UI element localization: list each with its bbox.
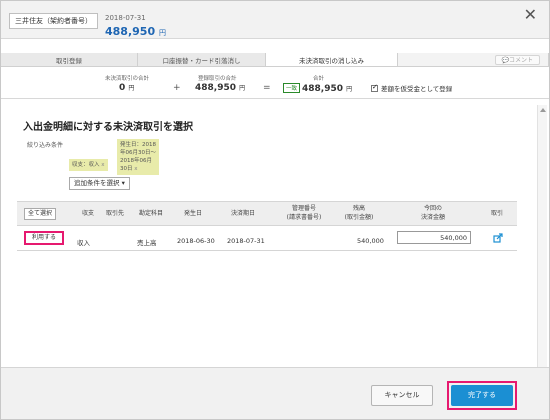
header-invoice-no: (請求書番号) [286, 214, 322, 221]
filter-tag-type-text: 収支：収入 [72, 162, 100, 168]
done-button-highlight: 完了する [447, 381, 517, 410]
done-button[interactable]: 完了する [451, 385, 513, 406]
external-link-icon[interactable] [493, 233, 503, 243]
row-account: 売上高 [137, 239, 157, 247]
row-balance: 540,000 [357, 237, 384, 245]
comment-label: コメント [508, 57, 533, 64]
unsettled-total-label: 未決済取引の合計 [105, 76, 150, 82]
dialog-header: 三井住友（架約者番号） 2018-07-31 488,950 円 ✕ [1, 1, 549, 39]
equals-operator: = [263, 83, 271, 93]
select-all-button[interactable]: 全て選択 [24, 208, 57, 220]
tab-bar: 取引登録 口座振替・カード引落消し 未決済取引の消し込み 💬コメント [1, 53, 549, 67]
scroll-up-icon[interactable] [540, 108, 546, 112]
use-button[interactable]: 利用する [24, 231, 64, 245]
filter-tag-date-remove-icon[interactable]: x [134, 166, 137, 172]
header-settlement-amount: 決済金額 [420, 214, 445, 221]
account-name-badge: 三井住友（架約者番号） [9, 13, 98, 29]
row-type: 収入 [77, 239, 90, 247]
cancel-button[interactable]: キャンセル [371, 385, 433, 406]
unsettled-total-number: 0 [119, 83, 126, 93]
register-difference-checkbox[interactable]: 差額を仮受金として登録 [371, 83, 452, 93]
filter-tag-date[interactable]: 発生日：2018年06月30日～2018年06月30日 x [117, 139, 159, 175]
comment-button[interactable]: 💬コメント [494, 55, 540, 65]
header-occurrence-date: 発生日 [183, 210, 202, 217]
match-badge: 一致 [283, 83, 301, 93]
unsettled-transactions-table: 全て選択 収支 取引先 勘定科目 発生日 決済期日 管理番号 (請求書番号) 残… [17, 201, 517, 251]
tab-account-transfer[interactable]: 口座振替・カード引落消し [138, 53, 266, 66]
filter-tag-type-remove-icon[interactable]: x [101, 162, 104, 168]
registered-total-number: 488,950 [195, 83, 236, 93]
comment-icon: 💬 [501, 57, 509, 64]
row-settlement-date: 2018-07-31 [227, 237, 265, 245]
grand-total-value: 一致 488,950 円 [283, 83, 352, 94]
close-icon[interactable]: ✕ [524, 7, 537, 23]
add-condition-dropdown[interactable]: 追加条件を選択 ▾ [69, 177, 130, 190]
grand-total-number: 488,950 [302, 84, 344, 94]
header-account: 勘定科目 [138, 210, 163, 217]
registered-total-label: 登録取引の合計 [198, 76, 237, 82]
grand-total-label: 合計 [313, 76, 325, 82]
plus-operator: + [173, 83, 181, 93]
unsettled-reconcile-dialog: 三井住友（架約者番号） 2018-07-31 488,950 円 ✕ 取引登録 … [0, 0, 550, 420]
header-amount-unit: 円 [158, 29, 166, 37]
header-transaction-amount: (取引金額) [344, 214, 374, 221]
header-partner: 取引先 [105, 210, 124, 217]
header-date: 2018-07-31 [105, 14, 146, 22]
registered-total-unit: 円 [239, 85, 246, 92]
header-deal: 取引 [490, 210, 503, 217]
tab-register-transaction[interactable]: 取引登録 [1, 53, 138, 66]
header-amount: 488,950 円 [105, 25, 166, 38]
header-amount-value: 488,950 [105, 25, 156, 38]
header-balance: 残高 [352, 205, 365, 212]
table-header: 全て選択 収支 取引先 勘定科目 発生日 決済期日 管理番号 (請求書番号) 残… [17, 202, 517, 226]
header-settlement-date: 決済期日 [230, 210, 255, 217]
header-management-no: 管理番号 [291, 205, 316, 212]
checkbox-checked-icon[interactable] [371, 83, 378, 92]
header-current-amount: 今回の [423, 205, 442, 212]
registered-total-value: 488,950 円 [195, 83, 245, 93]
filter-tag-type[interactable]: 収支：収入 x [69, 159, 108, 171]
dialog-footer: キャンセル 完了する [1, 367, 549, 419]
unsettled-total-value: 0 円 [119, 83, 134, 93]
filter-condition-label: 絞り込み条件 [27, 142, 64, 149]
summary-bar: 未決済取引の合計 0 円 + 登録取引の合計 488,950 円 = 合計 一致… [1, 69, 549, 99]
grand-total-unit: 円 [346, 86, 353, 93]
tab-spacer: 💬コメント [398, 53, 549, 66]
header-type: 収支 [81, 210, 94, 217]
tab-unsettled-reconcile[interactable]: 未決済取引の消し込み [266, 53, 398, 66]
section-title: 入出金明細に対する未決済取引を選択 [23, 122, 193, 133]
current-amount-input[interactable] [397, 231, 471, 244]
unsettled-total-unit: 円 [128, 85, 135, 92]
filter-tag-date-text: 発生日：2018年06月30日～2018年06月30日 [120, 142, 156, 172]
content-scrollbar[interactable] [537, 105, 547, 377]
register-difference-label: 差額を仮受金として登録 [381, 85, 453, 93]
row-occurrence-date: 2018-06-30 [177, 237, 215, 245]
